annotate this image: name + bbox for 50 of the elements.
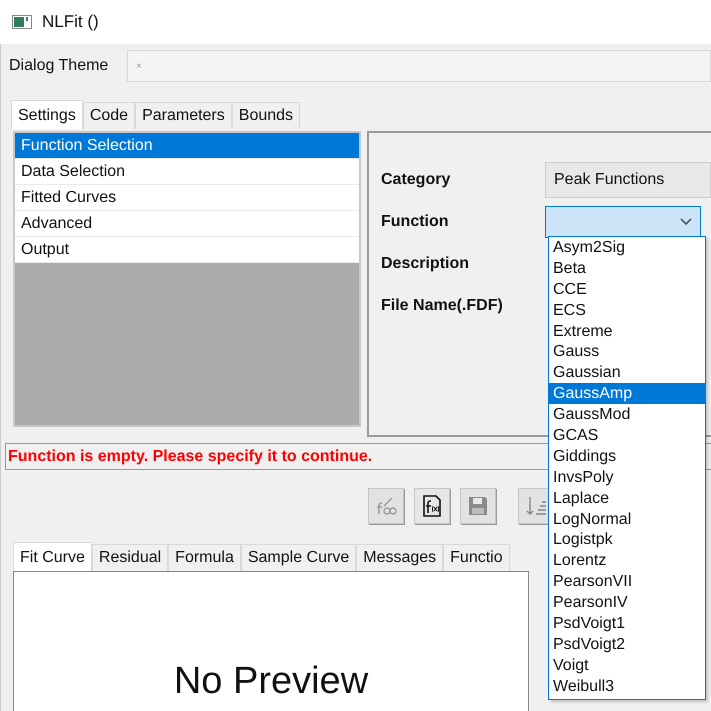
dropdown-option[interactable]: Asym2Sig <box>549 237 705 258</box>
dropdown-option[interactable]: Voigt <box>549 654 705 676</box>
dropdown-option[interactable]: PsdVoigt1 <box>549 613 705 634</box>
dropdown-option[interactable]: Giddings <box>549 446 705 467</box>
dropdown-option[interactable]: GaussMod <box>549 404 705 426</box>
dropdown-option[interactable]: Gauss <box>549 341 705 362</box>
settings-list-item[interactable]: Fitted Curves <box>15 185 359 211</box>
preview-tab[interactable]: Messages <box>356 544 444 571</box>
dialog-theme-label: Dialog Theme <box>8 57 110 75</box>
tab[interactable]: Parameters <box>135 102 232 129</box>
tab[interactable]: Bounds <box>232 102 300 129</box>
preview-tab[interactable]: Sample Curve <box>240 544 356 571</box>
dropdown-option[interactable]: Lorentz <box>549 550 705 572</box>
settings-list-item[interactable]: Output <box>15 237 359 263</box>
dropdown-option[interactable]: Weibull3 <box>549 676 705 697</box>
field-label: File Name(.FDF) <box>381 297 504 315</box>
dropdown-option[interactable]: CCE <box>549 278 705 300</box>
settings-list-item[interactable]: Function Selection <box>15 133 359 159</box>
settings-list-item[interactable]: Data Selection <box>15 159 359 185</box>
dropdown-option[interactable]: Laplace <box>549 488 705 509</box>
settings-list-item[interactable]: Advanced <box>15 211 359 237</box>
function-combo[interactable] <box>545 206 701 238</box>
formula-icon <box>420 494 444 518</box>
dropdown-option[interactable]: Beta <box>549 258 705 279</box>
app-icon <box>12 15 32 29</box>
dropdown-option[interactable]: Logistpk <box>549 529 705 550</box>
preview-tab[interactable]: Residual <box>92 544 168 571</box>
field-label: Function <box>381 213 450 231</box>
field-label: Description <box>381 255 470 273</box>
tab[interactable]: Code <box>82 102 136 129</box>
preview-tab[interactable]: Functio <box>443 544 510 571</box>
no-preview-text: No Preview <box>174 660 368 703</box>
dropdown-option[interactable]: PearsonVII <box>549 571 705 592</box>
tab[interactable]: Settings <box>11 100 83 129</box>
formula-button[interactable] <box>414 488 450 524</box>
preview-tab[interactable]: Fit Curve <box>13 542 92 571</box>
dropdown-option[interactable]: LogNormal <box>549 508 705 530</box>
dropdown-option[interactable]: PearsonIV <box>549 592 705 614</box>
field-label: Category <box>381 171 452 189</box>
preview-tab[interactable]: Formula <box>168 544 241 571</box>
dropdown-option[interactable]: Gaussian <box>549 362 705 384</box>
save-icon <box>466 494 490 518</box>
dropdown-option[interactable]: GCAS <box>549 425 705 446</box>
window-title: NLFit () <box>42 12 99 32</box>
dropdown-option[interactable]: GaussAmp <box>549 383 705 404</box>
dropdown-option[interactable]: Extreme <box>549 320 705 342</box>
dropdown-option[interactable]: ECS <box>549 300 705 321</box>
dropdown-option[interactable]: PsdVoigt2 <box>549 634 705 655</box>
chevron-icon <box>680 218 692 226</box>
category-field[interactable]: Peak Functions <box>545 162 711 198</box>
